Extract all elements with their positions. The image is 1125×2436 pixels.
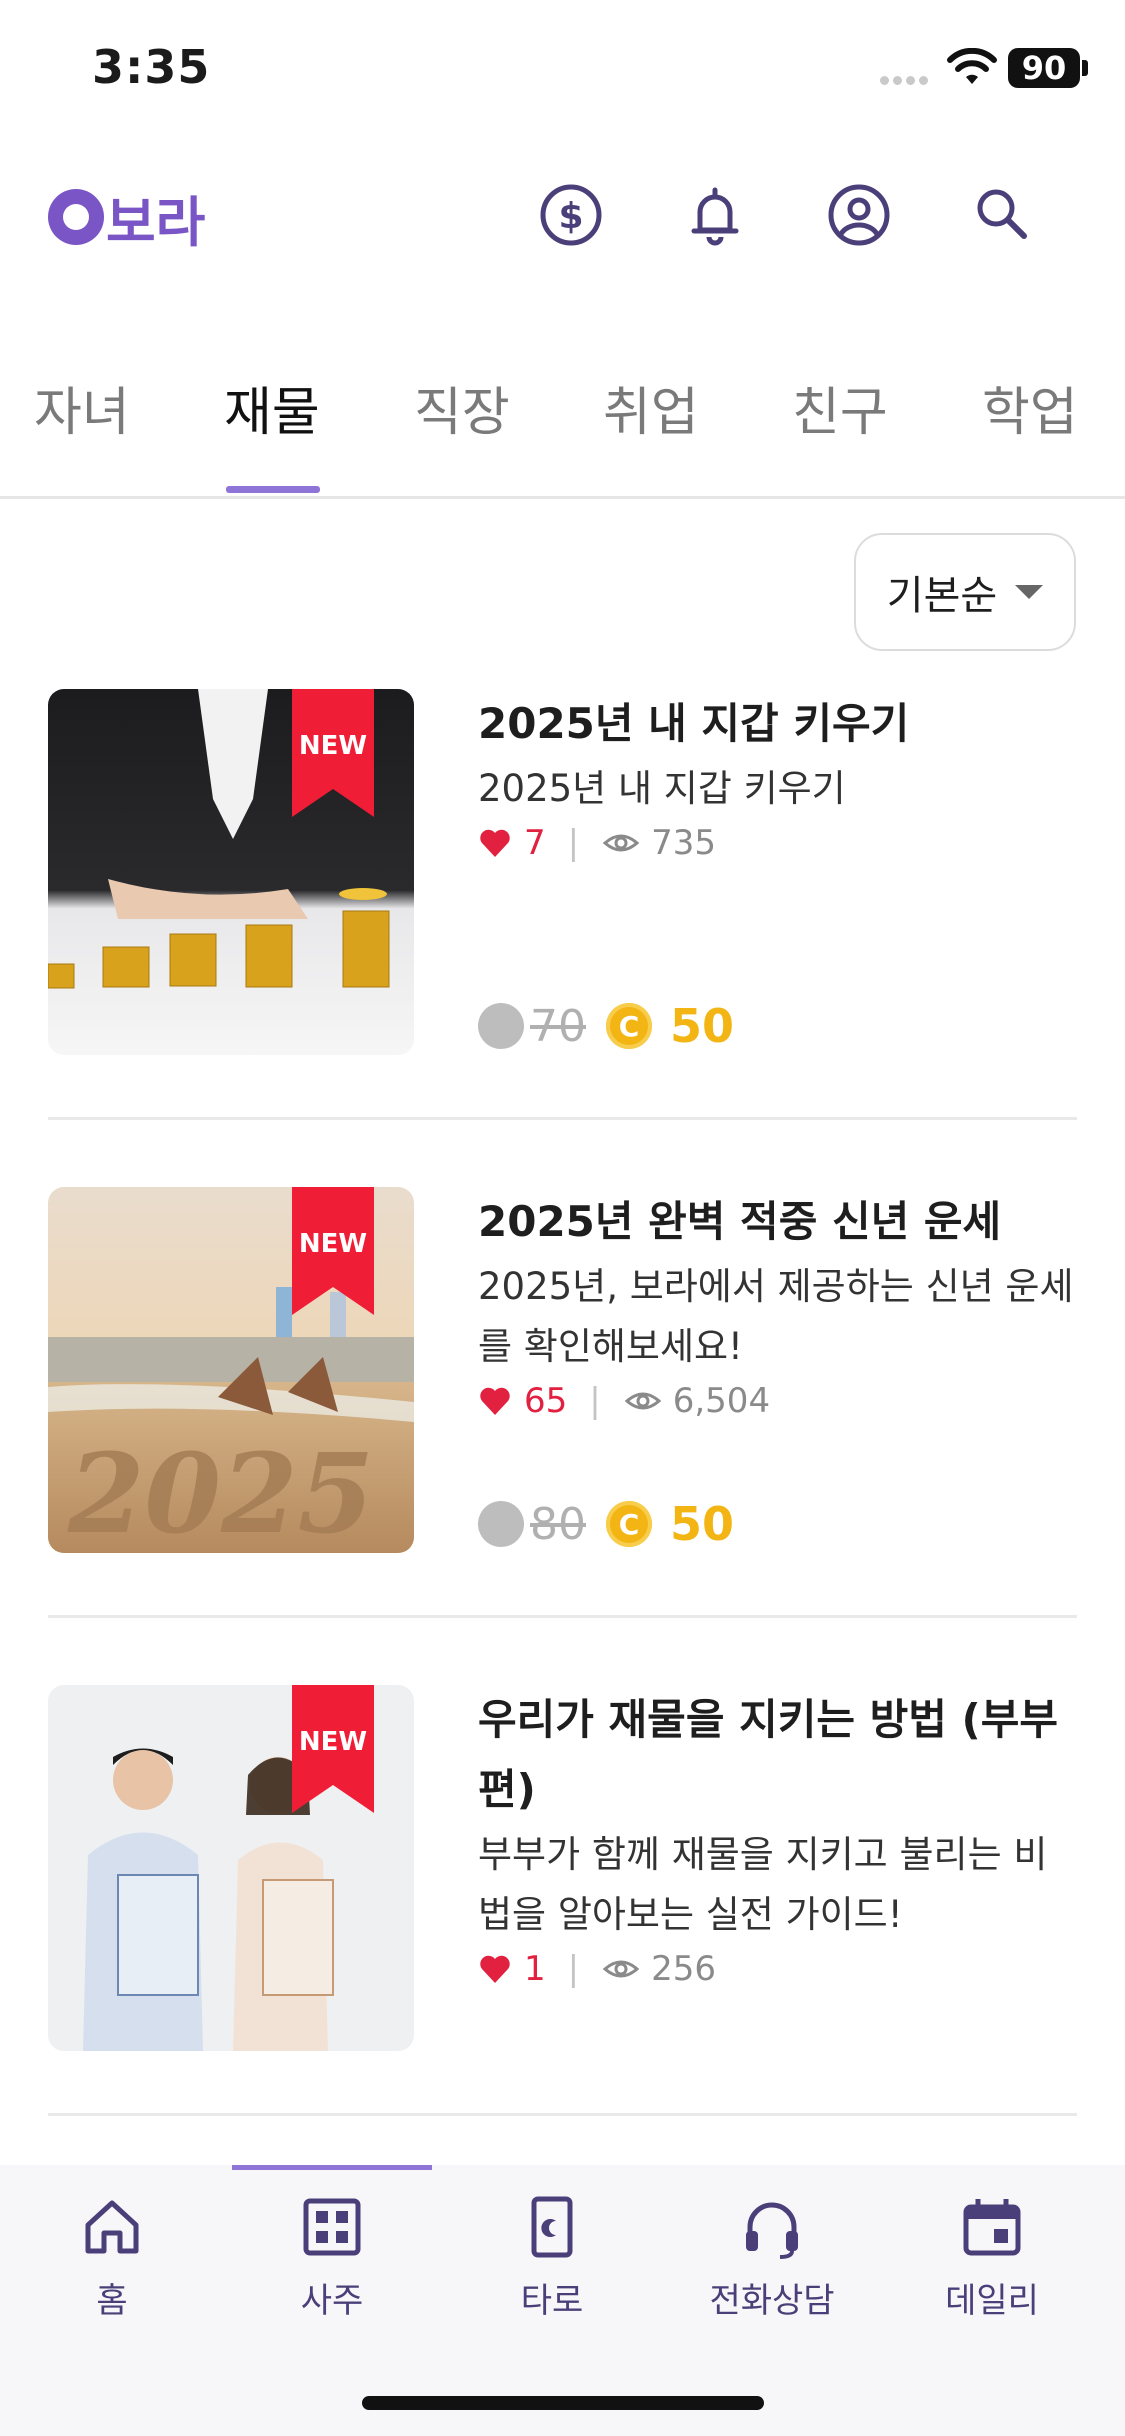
original-price: 80 (530, 1498, 586, 1550)
status-bar: 3:35 90 (0, 0, 1125, 140)
tab-wealth[interactable]: 재물 (224, 370, 320, 445)
bell-icon[interactable] (680, 180, 750, 250)
wifi-icon (947, 48, 997, 84)
eye-icon (602, 1960, 640, 1978)
battery-indicator: 90 (1008, 48, 1080, 88)
eye-icon (602, 834, 640, 852)
logo-mark (48, 189, 104, 245)
view-count: 6,504 (672, 1381, 771, 1421)
item-thumbnail: NEW (48, 1685, 414, 2051)
caret-down-icon (1015, 585, 1044, 599)
grid-icon (303, 2198, 361, 2256)
original-price: 70 (530, 1000, 586, 1052)
status-time: 3:35 (92, 40, 211, 94)
coin-icon: C (606, 1501, 652, 1547)
coin-icon (478, 1501, 524, 1547)
item-price: 80 C 50 (478, 1497, 734, 1551)
nav-home[interactable]: 홈 (12, 2195, 212, 2322)
sort-label: 기본순 (886, 573, 998, 619)
sale-price: 50 (670, 999, 735, 1053)
logo-text: 보라 (106, 190, 206, 254)
stats-separator: | (567, 1949, 580, 1989)
item-thumbnail: NEW (48, 689, 414, 1055)
heart-icon (480, 1387, 510, 1415)
new-badge: NEW (292, 1187, 374, 1315)
item-title: 2025년 내 지갑 키우기 (478, 699, 910, 748)
calendar-icon (963, 2199, 1021, 2256)
list-item[interactable]: 2025 NEW 2025년 완벽 적중 신년 운세 2025년, 보라에서 제… (48, 1187, 1077, 1667)
app-header: 보라 $ (0, 160, 1125, 270)
tab-work[interactable]: 직장 (414, 370, 510, 445)
item-thumbnail: 2025 NEW (48, 1187, 414, 1553)
sort-dropdown[interactable]: 기본순 (854, 533, 1076, 651)
headset-icon (746, 2202, 798, 2259)
coin-icon (478, 1003, 524, 1049)
nav-daily[interactable]: 데일리 (892, 2195, 1092, 2322)
home-indicator[interactable] (362, 2396, 764, 2410)
tab-employment[interactable]: 취업 (603, 370, 699, 445)
sale-price: 50 (670, 1497, 735, 1551)
home-icon (85, 2200, 139, 2254)
coin-dollar-icon[interactable]: $ (536, 180, 606, 250)
view-count: 256 (651, 1949, 717, 1989)
item-info: 우리가 재물을 지키는 방법 (부부편) 부부가 함께 재물을 지키고 불리는 … (478, 1685, 1078, 1989)
divider (48, 1117, 1077, 1120)
item-price: 70 C 50 (478, 999, 734, 1053)
new-badge: NEW (292, 1685, 374, 1813)
tab-study[interactable]: 학업 (982, 370, 1078, 445)
like-count: 1 (524, 1949, 546, 1989)
like-count: 7 (524, 823, 546, 863)
profile-icon[interactable] (824, 180, 894, 250)
nav-tarot[interactable]: 타로 (452, 2195, 652, 2322)
heart-icon (480, 829, 510, 857)
divider (48, 2113, 1077, 2116)
app-logo[interactable]: 보라 (48, 182, 205, 254)
svg-text:$: $ (558, 196, 583, 237)
battery-tip (1082, 60, 1088, 76)
nav-saju[interactable]: 사주 (232, 2195, 432, 2322)
stats-separator: | (567, 823, 580, 863)
category-tabs: 자녀 재물 직장 취업 친구 학업 (0, 360, 1125, 499)
item-description: 부부가 함께 재물을 지키고 불리는 비법을 알아보는 실전 가이드! (478, 1833, 1048, 1936)
item-stats: 65 | 6,504 (478, 1381, 1078, 1421)
active-tab-indicator (226, 486, 320, 493)
coin-icon: C (606, 1003, 652, 1049)
view-count: 735 (651, 823, 717, 863)
heart-icon (480, 1955, 510, 1983)
tarot-card-icon (531, 2196, 573, 2258)
tab-friends[interactable]: 친구 (792, 370, 888, 445)
active-nav-indicator (232, 2165, 432, 2170)
item-title: 우리가 재물을 지키는 방법 (부부편) (478, 1695, 1059, 1814)
item-description: 2025년 내 지갑 키우기 (478, 767, 846, 810)
svg-text:2025: 2025 (67, 1429, 374, 1553)
new-badge: NEW (292, 689, 374, 817)
cellular-signal-icon (880, 70, 932, 85)
item-info: 2025년 완벽 적중 신년 운세 2025년, 보라에서 제공하는 신년 운세… (478, 1187, 1078, 1421)
item-title: 2025년 완벽 적중 신년 운세 (478, 1197, 1002, 1246)
divider (48, 1615, 1077, 1618)
item-info: 2025년 내 지갑 키우기 2025년 내 지갑 키우기 7 | 735 (478, 689, 1078, 863)
tab-children[interactable]: 자녀 (34, 370, 130, 445)
eye-icon (624, 1392, 662, 1410)
stats-separator: | (589, 1381, 601, 1421)
item-description: 2025년, 보라에서 제공하는 신년 운세를 확인해보세요! (478, 1265, 1074, 1368)
item-stats: 1 | 256 (478, 1949, 1078, 1989)
list-item[interactable]: NEW 우리가 재물을 지키는 방법 (부부편) 부부가 함께 재물을 지키고 … (48, 1685, 1077, 2165)
search-icon[interactable] (968, 180, 1038, 250)
like-count: 65 (524, 1381, 568, 1421)
nav-phone-counsel[interactable]: 전화상담 (672, 2195, 872, 2322)
list-item[interactable]: NEW 2025년 내 지갑 키우기 2025년 내 지갑 키우기 7 | 73… (48, 689, 1077, 1169)
item-stats: 7 | 735 (478, 823, 1078, 863)
